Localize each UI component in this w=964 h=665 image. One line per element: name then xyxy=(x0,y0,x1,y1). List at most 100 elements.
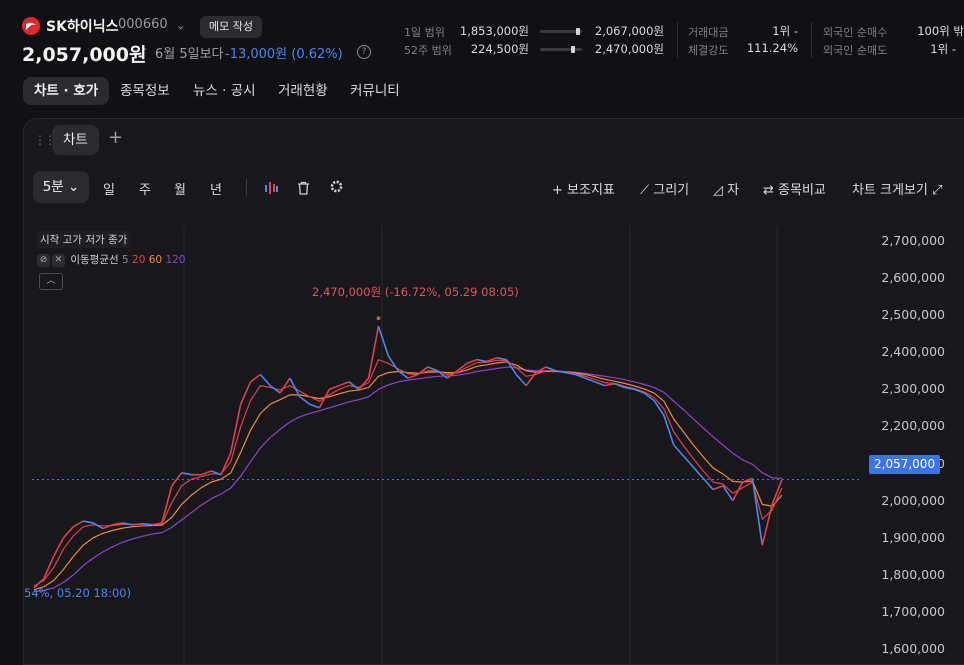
ma20-line xyxy=(33,359,783,587)
ruler-button[interactable]: ◿ 자 xyxy=(713,179,739,198)
compare-date: 6월 5일보다 xyxy=(155,47,224,62)
y-tick-label: 2,300,000 xyxy=(881,381,945,397)
price-segment xyxy=(299,396,311,405)
y-tick-label: 2,500,000 xyxy=(881,307,945,323)
day-range-high: 2,067,000원 xyxy=(594,24,664,38)
foreign-buy-label: 외국인 순매수 xyxy=(823,26,888,39)
tab-chart[interactable]: 차트 xyxy=(52,125,99,155)
tab-community[interactable]: 커뮤니티 xyxy=(350,77,400,105)
price-segment xyxy=(43,556,55,579)
price-segment xyxy=(181,472,192,476)
low-annotation: 54%, 05.20 18:00) xyxy=(24,586,132,600)
price-segment xyxy=(52,537,65,557)
ma-period-120: 120 xyxy=(165,254,186,266)
add-tab-icon[interactable]: + xyxy=(108,127,123,148)
chart-panel: ⋮⋮ 차트 + 5분 ⌄ 일 주 월 년 + 보조지표 ⟋ 그리기 ◿ 자 ⇄ … xyxy=(23,118,964,665)
price-segment xyxy=(132,522,143,526)
tab-stock-info[interactable]: 종목정보 xyxy=(120,77,170,105)
collapse-legend-button[interactable]: ︿ xyxy=(39,273,63,290)
divider xyxy=(246,179,247,196)
foreign-sell-rank: 1위 - xyxy=(930,42,956,56)
day-range-marker xyxy=(576,28,581,35)
drag-handle-icon[interactable]: ⋮⋮ xyxy=(34,133,56,147)
y-tick-label: 2,400,000 xyxy=(881,344,945,360)
y-tick-label: 1,600,000 xyxy=(881,641,945,657)
memo-button[interactable]: 메모 작성 xyxy=(200,16,262,38)
fullscreen-button[interactable]: 차트 크게보기 ⤢ xyxy=(852,179,942,198)
price-segment xyxy=(407,373,419,379)
range-year[interactable]: 년 xyxy=(210,179,222,198)
y-axis: 2,700,000 2,600,000 2,500,000 2,400,000 2,30… xyxy=(864,226,964,664)
range-week[interactable]: 주 xyxy=(139,179,151,198)
ruler-icon: ◿ xyxy=(713,183,723,198)
day-range-low: 1,853,000원 xyxy=(459,24,529,38)
price-segment xyxy=(250,373,261,383)
week52-range-high: 2,470,000원 xyxy=(594,42,664,56)
price-segment xyxy=(62,526,74,539)
ruler-label: 자 xyxy=(727,183,740,198)
ma-periods: 5 20 60 120 xyxy=(122,254,185,266)
ma-period-5: 5 xyxy=(122,254,133,266)
price-segment xyxy=(476,358,487,363)
ma-period-60: 60 xyxy=(148,254,166,266)
expand-icon: ⤢ xyxy=(932,183,943,198)
compare-label: 종목비교 xyxy=(778,183,826,198)
ma-legend: ⊘ ✕ 이동평균선 5 20 60 120 xyxy=(37,252,185,267)
foreign-sell-label: 외국인 순매도 xyxy=(823,44,888,57)
stock-name: SK하이닉스 xyxy=(46,19,119,35)
price-segment xyxy=(309,403,320,409)
y-tick-label: 1,700,000 xyxy=(881,604,945,620)
ohlc-legend: 시작 고가 저가 종가 xyxy=(37,231,131,248)
price-segment xyxy=(338,381,350,387)
high-marker xyxy=(376,316,381,321)
y-tick-label: 1,900,000 xyxy=(881,529,945,545)
help-icon[interactable]: ? xyxy=(357,45,371,59)
period-label: 5분 xyxy=(42,179,64,195)
close-icon[interactable]: ✕ xyxy=(52,253,65,267)
range-month[interactable]: 월 xyxy=(174,179,186,198)
price-segment xyxy=(377,325,390,357)
price-segment xyxy=(259,373,271,387)
fullscreen-label: 차트 크게보기 xyxy=(852,183,928,198)
price-segment xyxy=(515,373,527,387)
swap-icon: ⇄ xyxy=(763,183,774,198)
chevron-down-icon[interactable]: ⌄ xyxy=(176,19,185,32)
divider xyxy=(677,22,678,58)
gear-icon[interactable] xyxy=(329,179,344,198)
price-segment xyxy=(604,382,615,387)
ma-label: 이동평균선 xyxy=(70,254,119,266)
eye-off-icon[interactable]: ⊘ xyxy=(37,253,50,267)
day-range-label: 1일 범위 xyxy=(404,26,445,39)
y-tick-label: 2,000,000 xyxy=(881,492,945,508)
compare-button[interactable]: ⇄ 종목비교 xyxy=(763,179,826,198)
week52-range-marker xyxy=(570,46,575,53)
price-segment xyxy=(239,381,252,405)
price-segment xyxy=(83,520,94,524)
tab-chart-quote[interactable]: 차트 · 호가 xyxy=(23,77,110,105)
tab-news[interactable]: 뉴스 · 공시 xyxy=(193,77,256,105)
price-segment xyxy=(142,522,153,526)
price-segment xyxy=(712,485,724,491)
tab-trading[interactable]: 거래현황 xyxy=(278,77,328,105)
candle-type-icon[interactable] xyxy=(264,180,278,199)
price-segment xyxy=(682,455,695,468)
price-segment xyxy=(328,384,340,391)
indicator-button[interactable]: + 보조지표 xyxy=(552,179,615,198)
y-tick-label: 2,200,000 xyxy=(881,418,945,434)
price-segment xyxy=(387,355,399,372)
period-select[interactable]: 5분 ⌄ xyxy=(33,171,89,203)
range-day[interactable]: 일 xyxy=(103,179,115,198)
ma-period-20: 20 xyxy=(132,254,149,266)
volume-rank: 1위 - xyxy=(772,24,798,38)
week52-range-bar xyxy=(540,46,582,53)
week52-range-low: 224,500원 xyxy=(470,42,529,56)
stock-code: 000660 xyxy=(118,17,168,32)
company-logo xyxy=(22,17,40,35)
trash-icon[interactable] xyxy=(297,180,310,199)
strength-value: 111.24% xyxy=(746,41,798,55)
price-segment xyxy=(289,377,301,398)
draw-button[interactable]: ⟋ 그리기 xyxy=(640,179,689,198)
current-price-tag: 2,057,000 xyxy=(869,455,941,474)
y-tick-label: 1,800,000 xyxy=(881,566,945,582)
price-segment xyxy=(279,377,291,394)
